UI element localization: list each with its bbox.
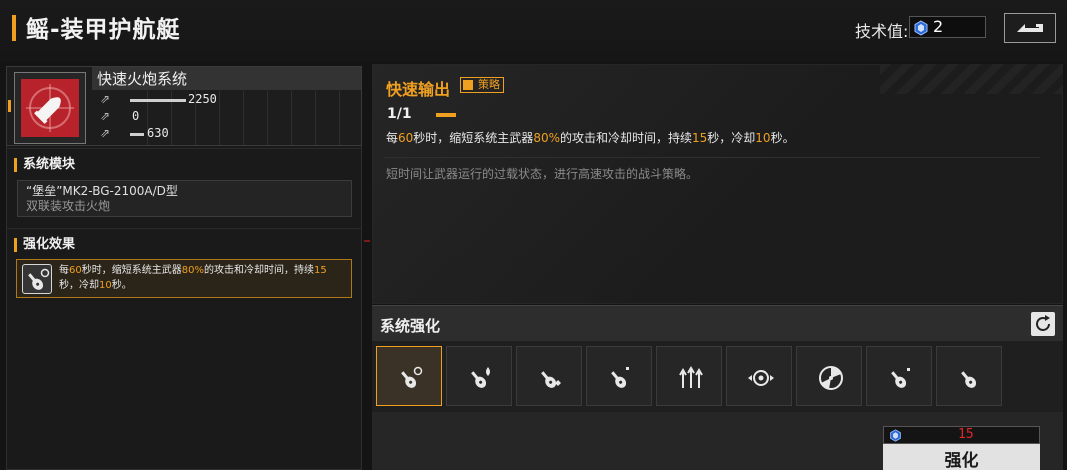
- divider: [384, 157, 1040, 158]
- system-module-label: 系统模块: [14, 158, 75, 172]
- skill-description: 每60秒时，缩短系统主武器80%的攻击和冷却时间，持续15秒，冷却10秒。: [386, 131, 795, 145]
- strategy-tag: 策略: [460, 77, 504, 93]
- enhance-slot-4[interactable]: [586, 346, 652, 406]
- title-accent: [12, 15, 16, 41]
- refresh-button[interactable]: [1031, 312, 1055, 336]
- hazard-stripe: [880, 64, 1063, 94]
- refresh-icon: [1036, 315, 1050, 331]
- enhance-slot-6[interactable]: [726, 346, 792, 406]
- system-module-name: “堡垒”MK2-BG-2100A/D型: [26, 184, 178, 198]
- skill-panel: [372, 64, 1063, 304]
- enhance-slot-1[interactable]: [376, 346, 442, 406]
- guitar-icon: [611, 367, 629, 388]
- system-enhance-header: [372, 305, 1063, 341]
- arrow-up-icon: ⇗: [100, 109, 111, 123]
- back-button[interactable]: [1004, 13, 1056, 43]
- guitar-spark-icon: [541, 371, 561, 388]
- tech-gem-icon: [890, 429, 901, 442]
- enhance-slot-7[interactable]: [796, 346, 862, 406]
- stat-value-3: 630: [147, 126, 169, 140]
- system-module-box[interactable]: “堡垒”MK2-BG-2100A/D型 双联装攻击火炮: [17, 180, 352, 217]
- guitar-icon: [961, 371, 977, 388]
- return-arrow-icon: [1017, 24, 1043, 32]
- enhance-slot-9[interactable]: [936, 346, 1002, 406]
- enhance-effect-label: 强化效果: [14, 238, 75, 252]
- tech-gem-icon: [914, 20, 928, 36]
- enhance-effect-text: 每60秒时，缩短系统主武器80%的攻击和冷却时间，持续15 秒，冷却10秒。: [59, 265, 327, 291]
- guitar-gear-icon: [401, 366, 423, 388]
- stat-value-1: 2250: [188, 92, 217, 106]
- enhance-slot-5[interactable]: [656, 346, 722, 406]
- triple-arrow-up-icon: [679, 366, 703, 388]
- guitar-gear-icon: [22, 264, 52, 294]
- enhance-slot-8[interactable]: [866, 346, 932, 406]
- skill-level: 1/1: [387, 106, 412, 122]
- module-name: 快速火炮系统: [97, 70, 188, 88]
- skill-flavor-text: 短时间让武器运行的过载状态，进行高速攻击的战斗策略。: [386, 167, 699, 181]
- module-icon-bg: [21, 79, 79, 137]
- target-arrows-icon: [748, 370, 774, 386]
- stat-bar-1: [130, 99, 186, 102]
- enhance-slot-2[interactable]: [446, 346, 512, 406]
- upgrade-cost: 15: [958, 427, 974, 442]
- arrow-up-icon: ⇗: [100, 92, 111, 106]
- cannon-shell-icon: [26, 84, 74, 132]
- level-bar: [436, 113, 456, 117]
- decor-mark: [364, 240, 370, 242]
- selection-tick: [8, 100, 11, 112]
- page-title: 鳐-装甲护航艇: [26, 17, 181, 43]
- radar-icon: [819, 366, 843, 390]
- skill-title: 快速输出: [386, 80, 451, 99]
- stat-bar-3: [130, 133, 144, 136]
- enhance-slot-3[interactable]: [516, 346, 582, 406]
- enhance-effect-box[interactable]: 每60秒时，缩短系统主武器80%的攻击和冷却时间，持续15 秒，冷却10秒。: [16, 259, 352, 298]
- system-module-type: 双联装攻击火炮: [26, 199, 111, 213]
- system-enhance-title: 系统强化: [380, 317, 441, 335]
- divider: [6, 228, 362, 229]
- arrow-up-icon: ⇗: [100, 126, 111, 140]
- module-icon-frame[interactable]: [14, 72, 86, 144]
- stat-value-2: 0: [132, 109, 140, 123]
- guitar-icon: [891, 368, 910, 388]
- tech-value-label: 技术值:: [855, 22, 909, 41]
- upgrade-button[interactable]: 强化: [883, 444, 1040, 470]
- divider: [6, 148, 362, 149]
- guitar-flame-icon: [471, 367, 490, 388]
